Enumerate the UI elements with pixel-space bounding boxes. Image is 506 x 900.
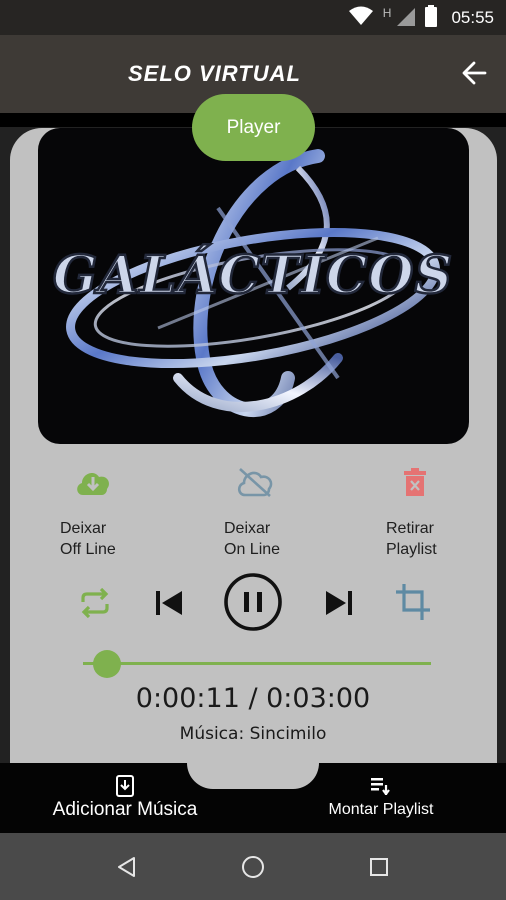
back-button[interactable] xyxy=(456,55,492,91)
album-cover: GALÁCTICOS xyxy=(38,128,469,444)
signal-icon xyxy=(395,6,416,30)
status-icons: H 05:55 xyxy=(348,0,494,35)
cloud-off-icon xyxy=(237,468,273,497)
pause-icon xyxy=(224,573,282,631)
trash-icon xyxy=(404,468,426,496)
system-home-button[interactable] xyxy=(218,833,288,900)
wifi-icon xyxy=(348,6,373,30)
add-music-label: Adicionar Música xyxy=(52,799,198,820)
system-navigation-bar xyxy=(0,833,506,900)
add-music-icon xyxy=(116,775,134,797)
app-title: SELO VIRTUAL xyxy=(128,61,301,86)
online-label-line2: On Line xyxy=(224,541,281,558)
status-bar: H 05:55 xyxy=(0,0,506,35)
remove-label-line1: Retirar xyxy=(386,520,435,537)
crop-button[interactable] xyxy=(389,578,437,626)
progress-knob[interactable] xyxy=(92,650,121,678)
online-action-button[interactable]: Deixar On Line xyxy=(224,460,280,560)
repeat-button[interactable] xyxy=(72,580,118,626)
progress-track[interactable] xyxy=(83,662,431,665)
system-back-button[interactable] xyxy=(92,833,162,900)
pause-button[interactable] xyxy=(223,572,283,632)
status-time: 05:55 xyxy=(451,7,494,27)
offline-label-line1: Deixar xyxy=(60,520,107,537)
player-tab[interactable]: Player xyxy=(192,94,315,161)
battery-icon xyxy=(425,4,438,31)
galacticos-logo-image: GALÁCTICOS xyxy=(52,149,453,417)
skip-next-icon xyxy=(326,591,352,615)
offline-label-line2: Off Line xyxy=(60,541,116,558)
time-display: 0:00:11 / 0:03:00 xyxy=(135,683,371,714)
back-triangle-icon xyxy=(118,856,135,877)
remove-label-line2: Playlist xyxy=(386,541,437,558)
cloud-download-icon xyxy=(77,472,110,495)
repeat-icon xyxy=(81,588,109,618)
previous-track-button[interactable] xyxy=(146,580,192,626)
network-type-label: H xyxy=(382,6,392,20)
online-label-line1: Deixar xyxy=(224,520,271,537)
skip-previous-icon xyxy=(156,591,182,615)
arrow-back-icon xyxy=(462,61,487,85)
remove-playlist-button[interactable]: Retirar Playlist xyxy=(386,460,437,560)
next-track-button[interactable] xyxy=(316,580,362,626)
recents-square-icon xyxy=(370,857,388,876)
offline-action-button[interactable]: Deixar Off Line xyxy=(60,460,116,560)
crop-icon xyxy=(396,584,430,620)
build-playlist-label: Montar Playlist xyxy=(328,801,434,818)
playlist-add-icon xyxy=(371,778,390,795)
song-display: Música: Sincimilo xyxy=(179,724,327,744)
bottom-notch xyxy=(187,763,319,789)
system-recents-button[interactable] xyxy=(344,833,414,900)
build-playlist-button[interactable]: Montar Playlist xyxy=(306,763,456,833)
cover-art-text: GALÁCTICOS xyxy=(53,244,453,306)
home-circle-icon xyxy=(242,855,264,878)
